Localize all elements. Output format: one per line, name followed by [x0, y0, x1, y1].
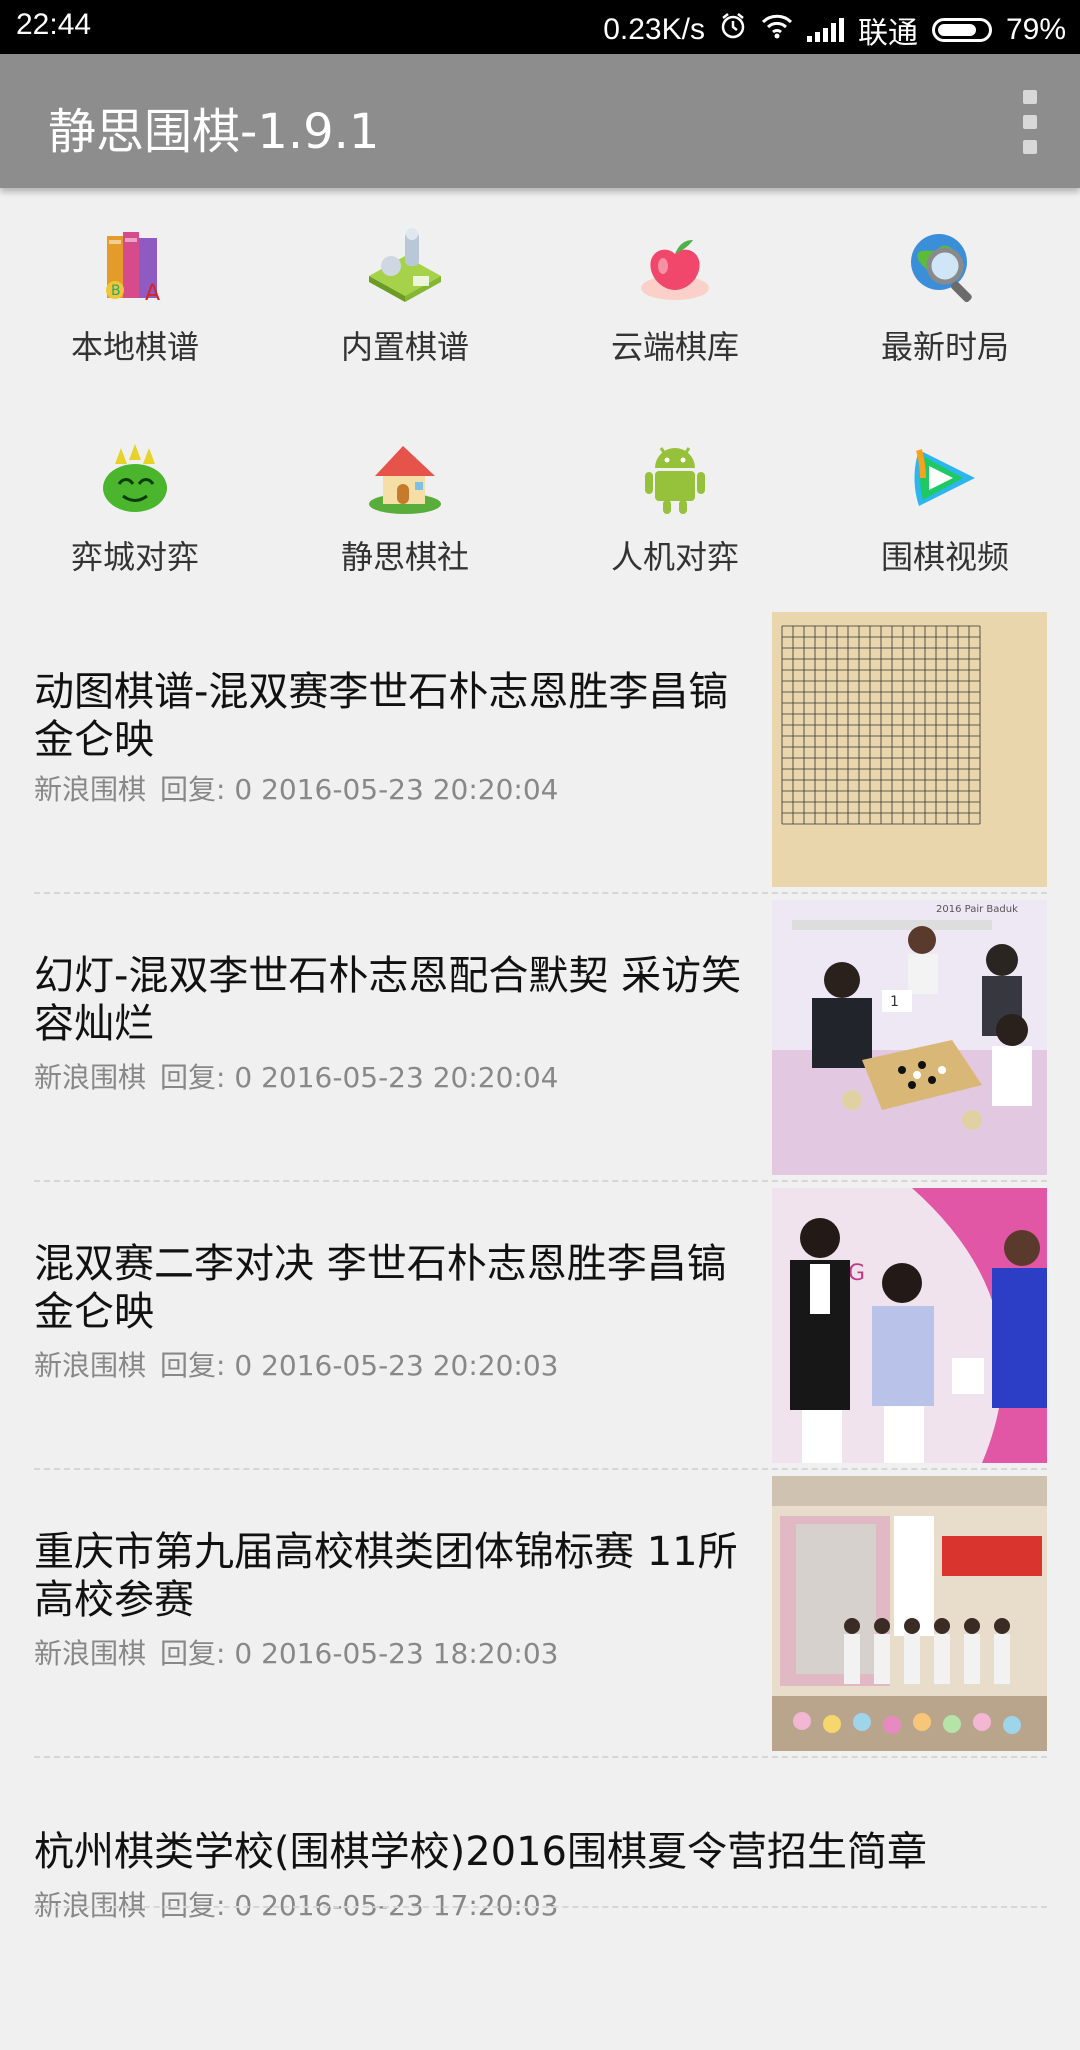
- status-bar: 22:44 0.23K/s 联通 79%: [0, 0, 1080, 54]
- list-item[interactable]: 幻灯-混双李世石朴志恩配合默契 采访笑容灿烂 新浪围棋 回复: 0 2016-05…: [0, 898, 1080, 1186]
- news-replies: 回复: 0: [160, 1061, 253, 1094]
- carrier-label: 联通: [857, 17, 918, 50]
- grid-label: 云端棋库: [610, 328, 739, 366]
- grid-item-tygem-play[interactable]: 弈城对弈: [0, 420, 270, 620]
- grid-label: 静思棋社: [340, 538, 469, 576]
- grid-label: 弈城对弈: [70, 538, 199, 576]
- news-title: 杭州棋类学校(围棋学校)2016围棋夏令营招生简章: [34, 1829, 928, 1875]
- news-source: 新浪围棋: [34, 1349, 147, 1382]
- news-meta: 新浪围棋 回复: 0 2016-05-23 17:20:03: [34, 1884, 558, 1924]
- news-date: 2016-05-23 20:20:03: [261, 1349, 559, 1382]
- grid-label: 本地棋谱: [70, 328, 199, 366]
- news-source: 新浪围棋: [34, 1061, 147, 1094]
- play-icon: [914, 449, 975, 506]
- news-source: 新浪围棋: [34, 773, 147, 806]
- svg-text:B: B: [111, 283, 121, 299]
- house-icon: [369, 446, 441, 514]
- news-meta: 新浪围棋 回复: 0 2016-05-23 20:20:04: [34, 768, 558, 808]
- alarm-icon: [719, 12, 747, 48]
- status-right: 0.23K/s 联通 79%: [603, 8, 1066, 52]
- network-speed: 0.23K/s: [603, 13, 705, 46]
- battery-percent: 79%: [1005, 13, 1066, 46]
- grid-item-cloud-library[interactable]: 云端棋库: [540, 210, 810, 410]
- news-replies: 回复: 0: [160, 1349, 253, 1382]
- divider: [34, 892, 1047, 894]
- overflow-menu-icon[interactable]: [1020, 90, 1040, 154]
- grid-item-go-videos[interactable]: 围棋视频: [810, 420, 1080, 620]
- news-thumbnail: [772, 612, 1047, 887]
- grid-label: 内置棋谱: [340, 328, 469, 366]
- news-thumbnail: 2016 Pair Baduk 1: [772, 900, 1047, 1175]
- news-meta: 新浪围棋 回复: 0 2016-05-23 18:20:03: [34, 1632, 558, 1672]
- android-icon: [645, 447, 705, 514]
- grid-item-latest-games[interactable]: 最新时局: [810, 210, 1080, 410]
- list-item[interactable]: 动图棋谱-混双赛李世石朴志恩胜李昌镐金仑映 新浪围棋 回复: 0 2016-05-…: [0, 610, 1080, 898]
- news-date: 2016-05-23 18:20:03: [261, 1637, 559, 1670]
- app-title: 静思围棋-1.9.1: [48, 104, 380, 160]
- app-bar: 静思围棋-1.9.1: [0, 54, 1080, 188]
- svg-text:A: A: [145, 281, 160, 306]
- svg-text:1: 1: [890, 994, 899, 1010]
- grid-label: 围棋视频: [880, 538, 1009, 576]
- news-title: 动图棋谱-混双赛李世石朴志恩胜李昌镐金仑映: [34, 669, 729, 763]
- news-source: 新浪围棋: [34, 1637, 147, 1670]
- list-item[interactable]: 重庆市第九届高校棋类团体锦标赛 11所高校参赛 新浪围棋 回复: 0 2016-0…: [0, 1474, 1080, 1762]
- news-replies: 回复: 0: [160, 1637, 253, 1670]
- divider: [34, 1468, 1047, 1470]
- status-time: 22:44: [16, 8, 92, 41]
- news-meta: 新浪围棋 回复: 0 2016-05-23 20:20:04: [34, 1056, 558, 1096]
- grid-item-builtin-records[interactable]: 内置棋谱: [270, 210, 540, 410]
- divider: [34, 1756, 1047, 1758]
- grid-item-ai-play[interactable]: 人机对弈: [540, 420, 810, 620]
- news-date: 2016-05-23 20:20:04: [261, 1061, 559, 1094]
- grid-item-jingsi-club[interactable]: 静思棋社: [270, 420, 540, 620]
- apple-hand-icon: [641, 240, 709, 300]
- news-title: 幻灯-混双李世石朴志恩配合默契 采访笑容灿烂: [34, 953, 742, 1047]
- grid-item-local-records[interactable]: B A 本地棋谱: [0, 210, 270, 410]
- divider: [34, 1180, 1047, 1182]
- news-title: 重庆市第九届高校棋类团体锦标赛 11所高校参赛: [34, 1529, 738, 1623]
- thumb-caption: 2016 Pair Baduk: [936, 904, 1018, 915]
- news-thumbnail: SG: [772, 1188, 1047, 1463]
- books-icon: B A: [106, 232, 160, 306]
- news-thumbnail: [772, 1476, 1047, 1751]
- list-item[interactable]: 混双赛二李对决 李世石朴志恩胜李昌镐金仑映 新浪围棋 回复: 0 2016-05-…: [0, 1186, 1080, 1474]
- dragon-icon: [103, 444, 167, 512]
- wifi-icon: [761, 13, 793, 47]
- news-title: 混双赛二李对决 李世石朴志恩胜李昌镐金仑映: [34, 1241, 727, 1335]
- board-icon: [369, 228, 441, 302]
- news-meta: 新浪围棋 回复: 0 2016-05-23 20:20:03: [34, 1344, 558, 1384]
- grid-label: 最新时局: [880, 328, 1009, 366]
- battery-icon: [931, 18, 992, 42]
- divider: [34, 1906, 1047, 1908]
- signal-icon: [806, 18, 844, 42]
- news-date: 2016-05-23 20:20:04: [261, 773, 559, 806]
- news-replies: 回复: 0: [160, 773, 253, 806]
- grid-label: 人机对弈: [610, 538, 739, 576]
- globe-search-icon: [911, 234, 972, 303]
